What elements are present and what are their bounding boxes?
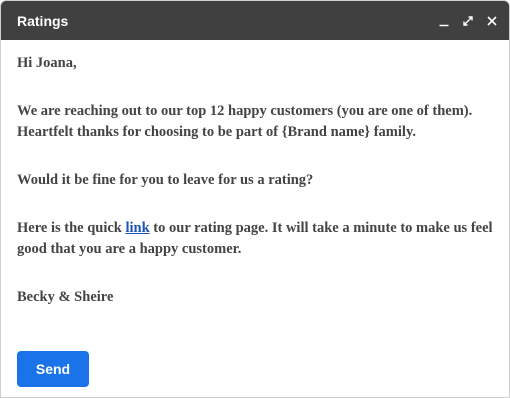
window-title: Ratings [17, 12, 69, 29]
title-bar: Ratings [1, 1, 509, 40]
link-text-before: Here is the quick [17, 220, 126, 236]
intro-line-1: We are reaching out to our top 12 happy … [17, 103, 473, 119]
window-controls [437, 14, 499, 28]
expand-icon[interactable] [461, 14, 475, 28]
signature: Becky & Sheire [17, 289, 114, 305]
minimize-icon[interactable] [437, 14, 451, 28]
paragraph-link: Here is the quick link to our rating pag… [17, 218, 493, 260]
greeting: Hi Joana, [17, 55, 77, 71]
paragraph-request: Would it be fine for you to leave for us… [17, 172, 314, 188]
rating-link[interactable]: link [125, 220, 149, 236]
close-icon[interactable] [485, 14, 499, 28]
message-body[interactable]: Hi Joana, We are reaching out to our top… [1, 40, 509, 308]
send-button[interactable]: Send [17, 351, 89, 387]
paragraph-intro: We are reaching out to our top 12 happy … [17, 101, 493, 143]
intro-line-2: Heartfelt thanks for choosing to be part… [17, 124, 417, 140]
compose-window: Ratings Hi Joana, We are reaching out to… [0, 0, 510, 398]
